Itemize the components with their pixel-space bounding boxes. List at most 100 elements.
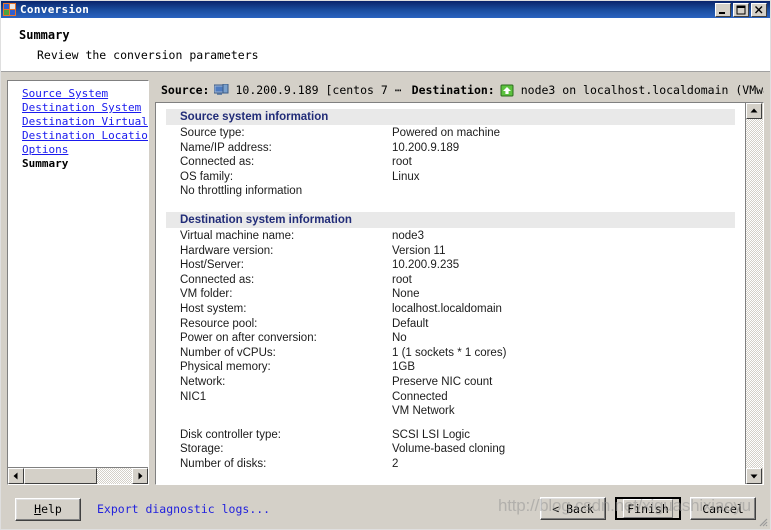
table-row: Disk controller type: SCSI LSI Logic [156,428,745,443]
minimize-icon[interactable] [715,2,731,17]
source-machine-icon [213,83,229,97]
sidebar-item-destination-virtual-machine[interactable]: Destination Virtual M [22,115,148,129]
wizard-sidebar: Source System Destination System Destina… [7,80,149,485]
row-key: Power on after conversion: [180,332,317,345]
row-value: 10.200.9.189 [392,141,460,154]
body-area: Source System Destination System Destina… [1,72,770,489]
row-value: 1GB [392,361,416,374]
row-key: Number of disks: [180,457,267,470]
export-diagnostic-logs-link[interactable]: Export diagnostic logs... [97,502,270,516]
row-value: None [392,288,420,301]
row-key: Storage: [180,443,224,456]
table-row: Storage: Volume-based cloning [156,442,745,457]
table-row: OS family: Linux [156,170,745,185]
main-column: Source: 10.200.9.189 [centos 7 ⋯ Destina… [155,80,764,485]
table-row: Connected as: root [156,273,745,288]
conversion-window: Conversion Summary Review the conversion… [0,0,771,530]
table-row: Host system: localhost.localdomain [156,302,745,317]
table-row: VM Network [156,404,745,419]
window-title: Conversion [20,3,90,16]
title-bar: Conversion [1,1,770,18]
row-key: Physical memory: [180,361,271,374]
source-destination-bar: Source: 10.200.9.189 [centos 7 ⋯ Destina… [155,80,764,102]
source-value: 10.200.9.189 [centos 7 ⋯ [235,83,402,97]
row-key: Host/Server: [180,259,244,272]
table-row: VM folder: None [156,287,745,302]
maximize-icon[interactable] [733,2,749,17]
table-row: No throttling information [156,184,745,199]
summary-panel: Source system information Source type: P… [155,102,764,485]
window-controls [715,2,769,17]
destination-value: node3 on localhost.localdomain (VMware E… [520,83,764,97]
row-value: Volume-based cloning [392,443,506,456]
sidebar-item-destination-location[interactable]: Destination Location [22,129,148,143]
row-key: Connected as: [180,273,255,286]
summary-scroll-track[interactable] [746,119,763,468]
row-value: node3 [392,229,424,242]
row-key: Connected as: [180,156,255,169]
wizard-actions: < Back Finish Cancel [540,497,756,520]
scroll-down-arrow[interactable] [746,468,762,484]
cancel-button[interactable]: Cancel [690,497,756,520]
table-row: Number of disks: 2 [156,457,745,472]
scroll-right-arrow[interactable] [132,468,148,484]
sidebar-item-summary[interactable]: Summary [22,157,148,171]
table-row: Connected as: root [156,155,745,170]
wizard-step-list: Source System Destination System Destina… [8,81,148,467]
table-row: Resource pool: Default [156,317,745,332]
table-row: Physical memory: 1GB [156,360,745,375]
row-value: VM Network [392,405,455,418]
table-row: NIC1 Connected [156,390,745,405]
row-value: No [392,332,407,345]
row-value: Version 11 [392,244,446,257]
sidebar-scroll-thumb[interactable] [24,468,98,484]
help-label-rest: elp [41,502,62,516]
destination-host-icon [500,84,515,97]
row-key: Network: [180,375,226,388]
sidebar-item-destination-system[interactable]: Destination System [22,101,148,115]
row-value: localhost.localdomain [392,302,502,315]
help-button[interactable]: Help [15,497,81,521]
table-row: Number of vCPUs: 1 (1 sockets * 1 cores) [156,346,745,361]
row-key [180,404,392,419]
table-row: Name/IP address: 10.200.9.189 [156,141,745,156]
table-row: Virtual machine name: node3 [156,229,745,244]
row-key: NIC1 [180,390,207,403]
scroll-up-arrow[interactable] [746,103,762,119]
row-value: root [392,273,412,286]
row-value: Connected [392,390,448,403]
row-value: Linux [392,170,420,183]
sidebar-item-options[interactable]: Options [22,143,148,157]
table-row: Network: Preserve NIC count [156,375,745,390]
finish-button[interactable]: Finish [615,497,681,520]
row-key: Name/IP address: [180,141,272,154]
table-row: Hardware version: Version 11 [156,244,745,259]
finish-label: Finish [623,499,673,518]
conversion-app-icon [3,3,16,16]
row-key: VM folder: [180,288,233,301]
page-title: Summary [19,28,70,42]
scroll-left-arrow[interactable] [8,468,24,484]
row-key: Hardware version: [180,244,274,257]
row-key: No throttling information [180,185,303,198]
row-value [392,184,745,199]
summary-content: Source system information Source type: P… [156,103,745,484]
resize-grip[interactable] [756,515,768,527]
row-value: SCSI LSI Logic [392,428,470,441]
back-button[interactable]: < Back [540,497,606,520]
sidebar-scroll-track[interactable] [24,468,132,484]
row-key: Resource pool: [180,317,258,330]
row-value: 10.200.9.235 [392,259,460,272]
row-key: Source type: [180,127,245,139]
row-key: Virtual machine name: [180,229,295,242]
page-header: Summary Review the conversion parameters [1,18,770,72]
close-icon[interactable] [751,2,767,17]
sidebar-item-source-system[interactable]: Source System [22,87,148,101]
destination-label: Destination: [411,83,495,97]
sidebar-horizontal-scrollbar[interactable] [8,467,148,484]
table-row: Power on after conversion: No [156,331,745,346]
section-header-destination: Destination system information [166,211,735,228]
summary-vertical-scrollbar[interactable] [745,103,763,484]
row-key: Host system: [180,302,247,315]
table-row: Source type: Powered on machine [156,126,745,141]
